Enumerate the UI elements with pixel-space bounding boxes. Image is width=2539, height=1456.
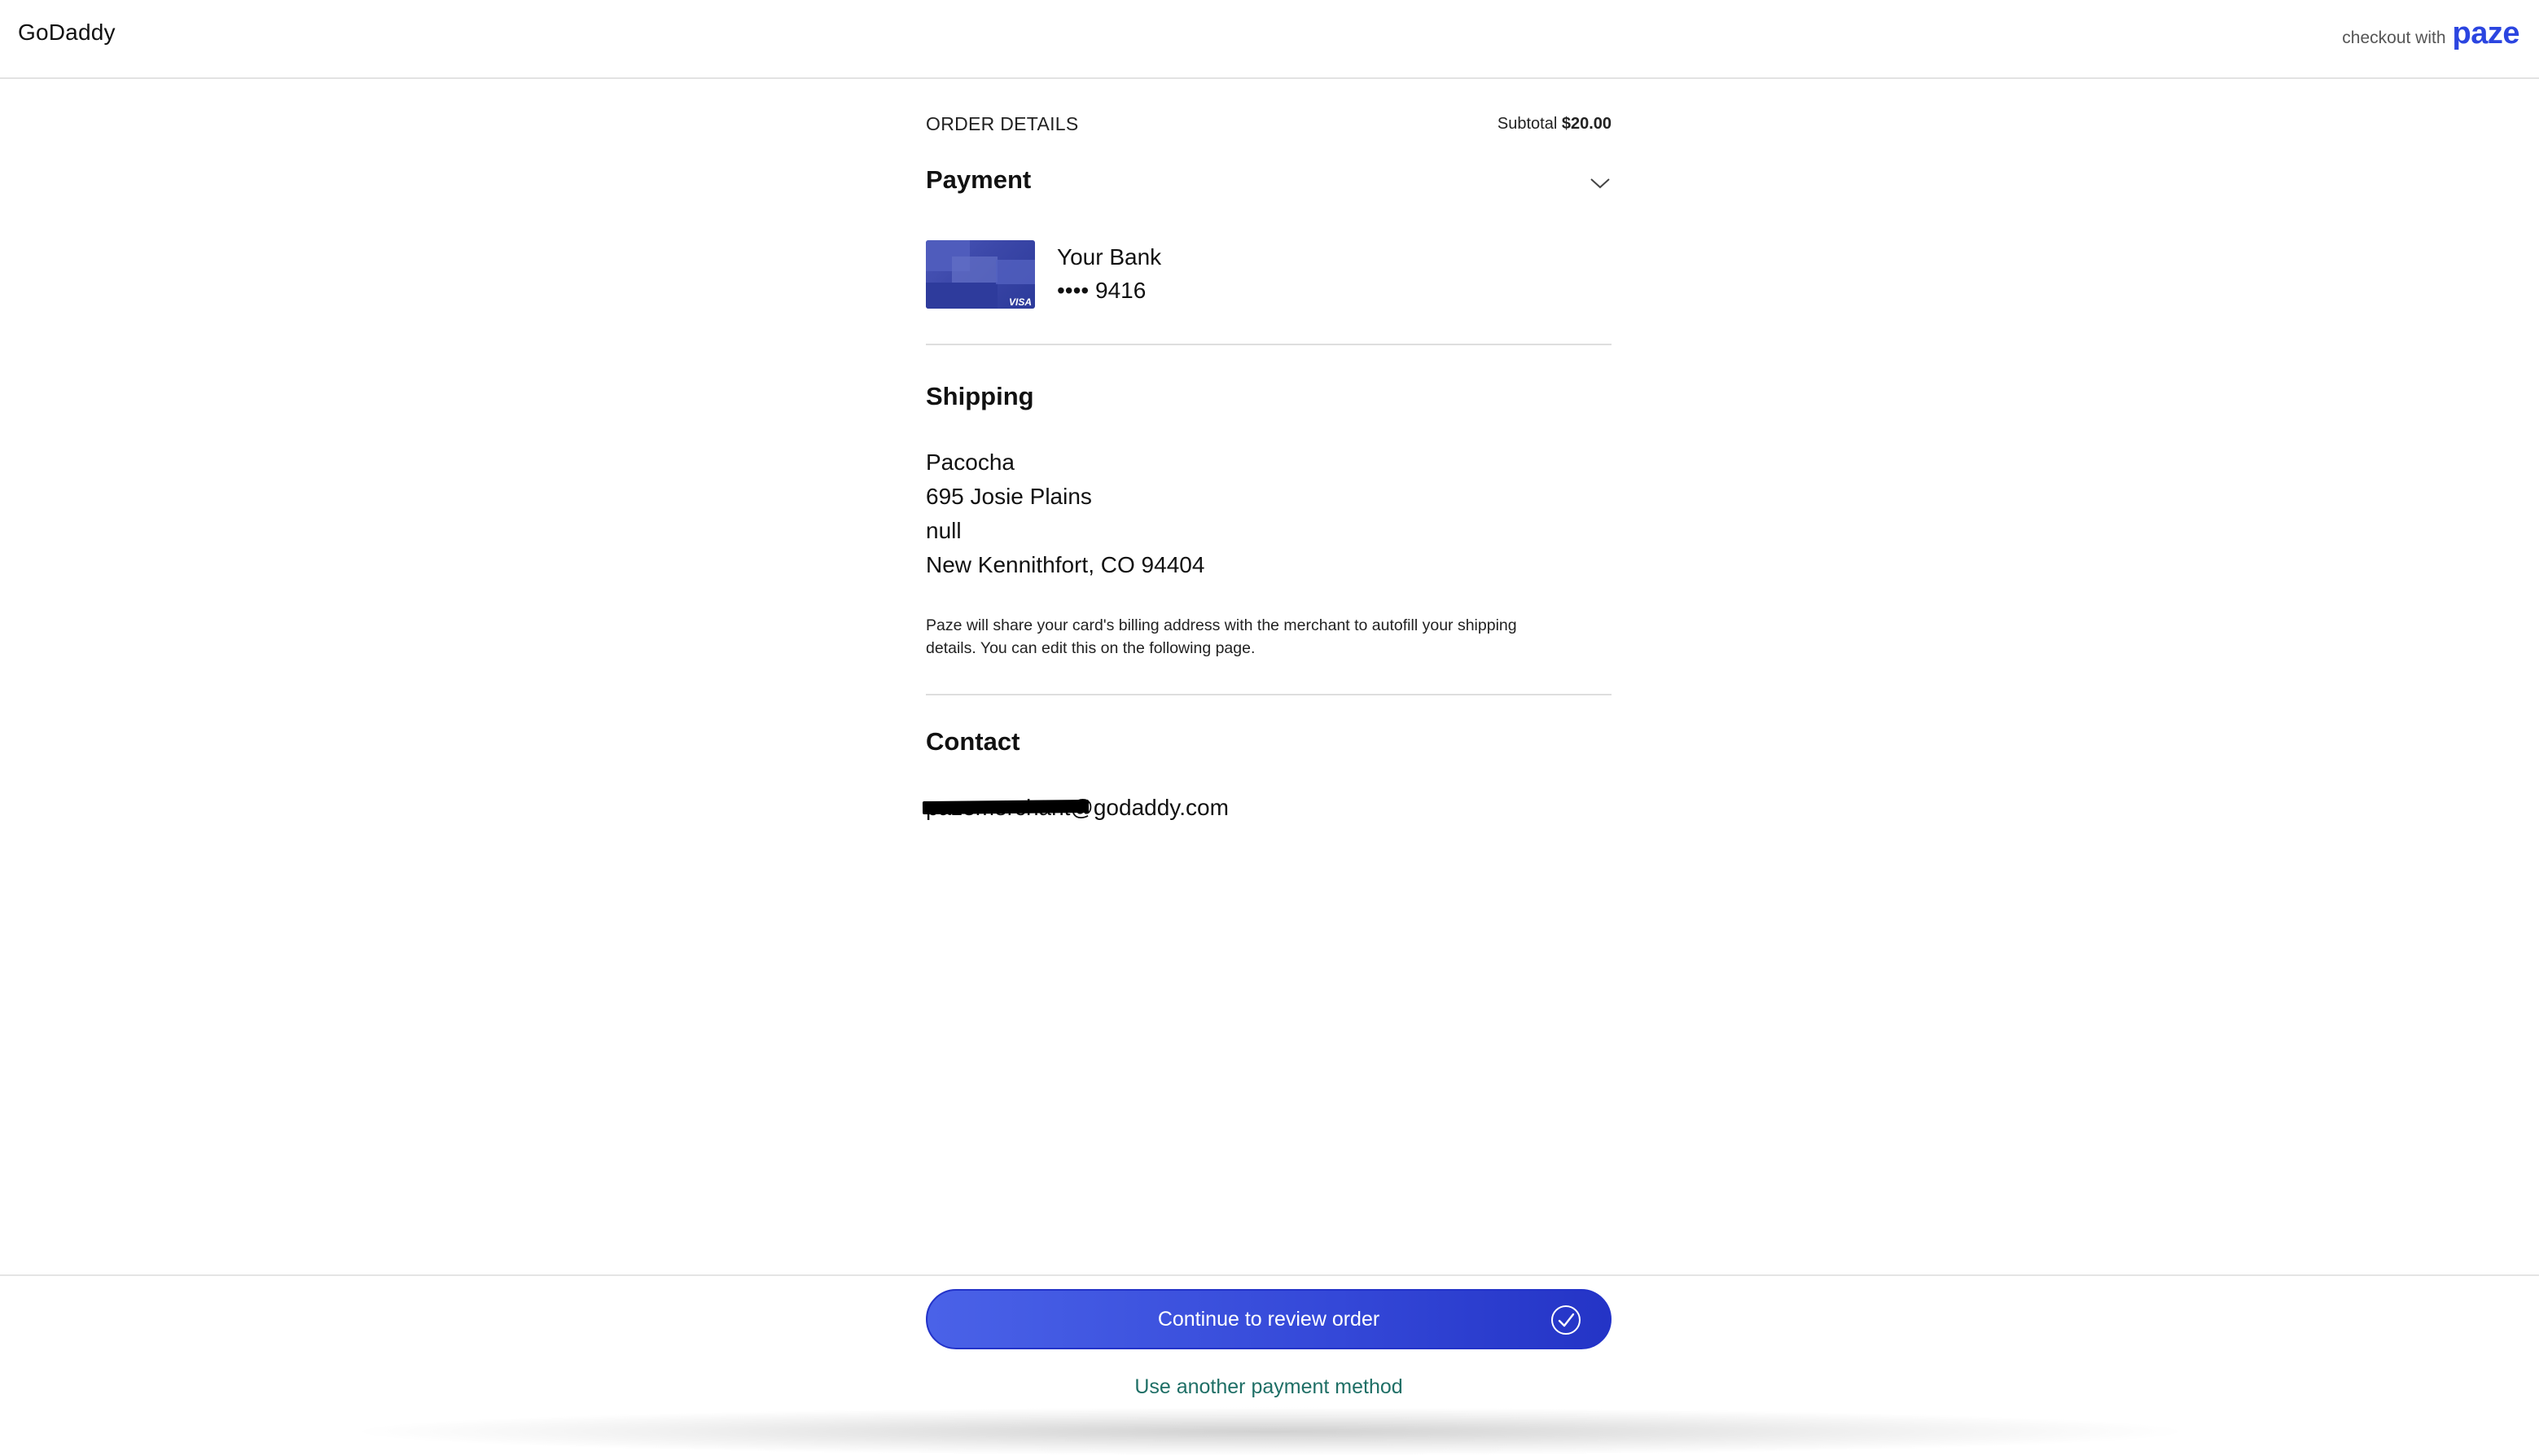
divider [926, 344, 1612, 345]
shipping-title: Shipping [926, 382, 1034, 410]
bottom-shadow [342, 1407, 2199, 1456]
chevron-down-icon[interactable] [1589, 175, 1612, 191]
subtotal: Subtotal $20.00 [1498, 115, 1612, 134]
divider [926, 694, 1612, 695]
footer-divider [0, 1274, 2539, 1276]
check-circle-icon [1551, 1305, 1581, 1335]
subtotal-value: $20.00 [1561, 115, 1612, 133]
checkout-with-paze: checkout with paze [2342, 16, 2519, 51]
card-number: •••• 9416 [1057, 278, 1147, 303]
shipping-note-line: Paze will share your card's billing addr… [926, 616, 1517, 634]
shipping-name: Pacocha [926, 450, 1015, 475]
continue-button-label: Continue to review order [1157, 1307, 1380, 1331]
shipping-note-line: details. You can edit this on the follow… [926, 639, 1256, 657]
order-details-title: ORDER DETAILS [926, 113, 1079, 134]
merchant-name: GoDaddy [18, 20, 116, 45]
bank-name: Your Bank [1057, 244, 1162, 270]
shipping-street: 695 Josie Plains [926, 484, 1092, 509]
shipping-line2: null [926, 518, 962, 543]
top-bar: GoDaddy checkout with paze [0, 0, 2539, 79]
redaction-bar [922, 799, 1090, 815]
paze-logo: paze [2452, 16, 2520, 50]
shipping-note: Paze will share your card's billing addr… [926, 614, 1612, 660]
contact-title: Contact [926, 727, 1020, 756]
subtotal-label: Subtotal [1497, 115, 1558, 133]
continue-to-review-button[interactable]: Continue to review order [926, 1289, 1612, 1349]
checkout-with-label: checkout with [2342, 29, 2446, 47]
order-summary-row: ORDER DETAILS Subtotal $20.00 [926, 113, 1612, 135]
shipping-city-state-zip: New Kennithfort, CO 94404 [926, 552, 1205, 577]
visa-logo: VISA [1008, 296, 1032, 308]
use-another-payment-link[interactable]: Use another payment method [926, 1375, 1612, 1399]
payment-title: Payment [926, 165, 1032, 194]
card-image: VISA [926, 240, 1035, 309]
